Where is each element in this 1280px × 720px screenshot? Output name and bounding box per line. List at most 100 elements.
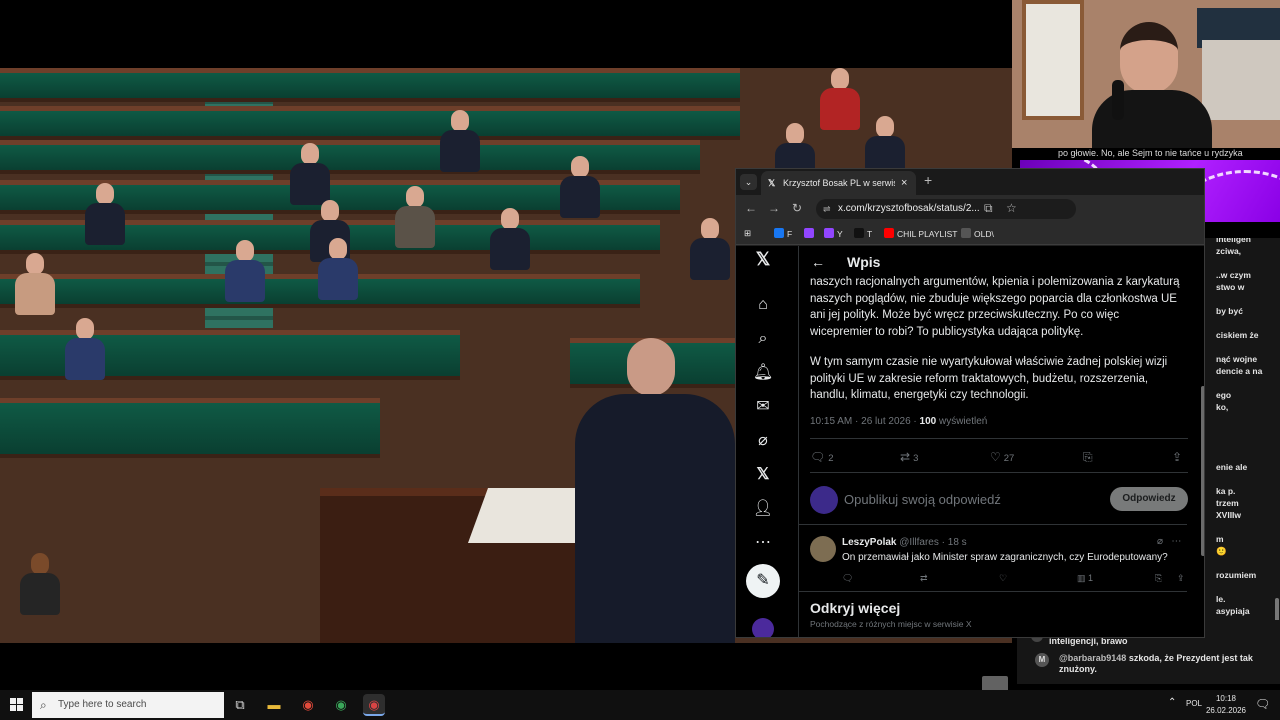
submit-reply-button[interactable]: Odpowiedz — [1110, 487, 1188, 511]
search-icon[interactable]: ⌕ — [752, 328, 774, 350]
chat-message-fragment: m — [1216, 534, 1224, 544]
reply-button[interactable]: 🗨︎ 2 — [810, 450, 834, 464]
divider — [799, 524, 1187, 525]
divider — [799, 591, 1187, 592]
profile-icon[interactable]: 👤︎ — [752, 498, 774, 520]
speaker — [575, 338, 735, 643]
tab-x-post[interactable]: 𝕏 Krzysztof Bosak ‎PL‎ w serwisie X × — [761, 171, 916, 195]
x-logo-icon: 𝕏 — [768, 178, 776, 188]
address-bar-url: x.com/krzysztofbosak/status/2... — [838, 203, 980, 214]
reload-icon[interactable]: ↻ — [792, 201, 802, 215]
bench-row — [0, 106, 740, 140]
like-button[interactable]: ♡ 27 — [990, 450, 1014, 464]
back-arrow-icon[interactable]: ← — [811, 254, 825, 270]
chat-message-fragment: 🙂 — [1216, 546, 1227, 556]
reply-views[interactable]: ▥ 1 — [1077, 573, 1093, 584]
reply-tools[interactable]: ⌀ ⋯ — [1157, 536, 1181, 547]
browser-window: ⌄ 𝕏 Krzysztof Bosak ‎PL‎ w serwisie X × … — [735, 168, 1205, 638]
notifications-icon[interactable]: 🗨︎ — [1255, 697, 1270, 711]
reply-share-icon[interactable]: ⇪ — [1177, 573, 1185, 584]
share-button[interactable]: ⇪ — [1172, 450, 1185, 464]
account-avatar[interactable] — [752, 618, 774, 637]
bookmark-item[interactable] — [804, 228, 817, 239]
page-scrollbar[interactable] — [1201, 386, 1204, 556]
bookmark-favicon-icon — [884, 228, 894, 238]
divider — [810, 438, 1188, 439]
windows-start-icon[interactable] — [10, 698, 24, 712]
address-bar[interactable]: ⇌ x.com/krzysztofbosak/status/2... — [816, 199, 1076, 219]
bookmark-folder[interactable]: OLD\ — [961, 228, 994, 239]
tab-strip: ⌄ 𝕏 Krzysztof Bosak ‎PL‎ w serwisie X × … — [736, 169, 1204, 195]
x-sidebar: 𝕏 ⌂ ⌕ 🔔︎ ✉ ⌀ 𝕏 👤︎ ⋯ ✎ — [736, 246, 796, 637]
language-indicator[interactable]: POL — [1186, 699, 1202, 708]
mp — [440, 110, 480, 172]
chat-message-fragment: stwo w — [1216, 282, 1245, 292]
browser-toolbar: ← → ↻ ⇌ x.com/krzysztofbosak/status/2...… — [736, 195, 1204, 223]
taskbar-clock[interactable]: 10:18 26.02.2026 — [1205, 693, 1247, 717]
reply-bookmark-icon[interactable]: ⎘ — [1155, 573, 1162, 584]
views-count: 100 — [919, 416, 937, 427]
forward-icon[interactable]: → — [768, 201, 780, 215]
mp — [15, 253, 55, 315]
reply-input[interactable]: Opublikuj swoją odpowiedź — [844, 492, 1001, 507]
premium-x-icon[interactable]: 𝕏 — [752, 464, 774, 486]
post-time[interactable]: 10:15 AM · 26 lut 2026 · — [810, 416, 920, 427]
reply-repost-icon[interactable]: ⇄ — [920, 573, 928, 584]
bookmark-favicon-icon — [804, 228, 814, 238]
bell-icon[interactable]: 🔔︎ — [752, 362, 774, 384]
chat-message-fragment: ego — [1216, 390, 1232, 400]
bookmark-item[interactable]: CHIL PLAYLIST — [884, 228, 957, 239]
reply-author-avatar[interactable] — [810, 536, 836, 562]
chat-message: @barbarab9148 szkoda, że Prezydent jest … — [1059, 653, 1253, 675]
bookmark-favicon-icon — [854, 228, 864, 238]
messages-icon[interactable]: ✉ — [752, 396, 774, 418]
home-icon[interactable]: ⌂ — [752, 294, 774, 316]
tab-title: Krzysztof Bosak ‎PL‎ w serwisie X — [783, 178, 895, 188]
chat-message-fragment: inteligen — [1216, 238, 1251, 244]
install-icon[interactable]: ⧉ — [984, 201, 993, 216]
post-meta: 10:15 AM · 26 lut 2026 · 100 wyświetleń — [810, 416, 988, 427]
mp — [490, 208, 530, 270]
mp — [85, 183, 125, 245]
desktop: po głowie. No, ale Sejm to nie tańce u r… — [0, 0, 1280, 720]
back-icon[interactable]: ← — [745, 201, 757, 215]
obs-app-icon[interactable]: ◉ — [363, 694, 385, 716]
microphone — [1112, 80, 1124, 120]
taskbar-search[interactable]: ⌕ Type here to search — [32, 692, 224, 718]
chrome-profile-icon[interactable]: ◉ — [330, 694, 352, 716]
apps-grid-icon[interactable]: ⊞ — [744, 228, 751, 239]
mp — [318, 238, 358, 300]
bookmark-item[interactable]: T — [854, 228, 872, 239]
repost-button[interactable]: ⇄ 3 — [900, 450, 918, 464]
grok-icon[interactable]: ⌀ — [752, 430, 774, 452]
bookmark-item[interactable]: Y — [824, 228, 843, 239]
post-detail: ← Wpis naszych racjonalnych argumentów, … — [798, 246, 1198, 637]
new-tab-icon[interactable]: + — [924, 172, 932, 188]
reply-author[interactable]: LeszyPolak @Illfares · 18 s — [842, 537, 967, 548]
bookmark-item[interactable]: F — [774, 228, 792, 239]
task-view-icon[interactable]: ⧉ — [229, 694, 251, 716]
streamer — [1092, 22, 1212, 148]
x-logo-icon[interactable]: 𝕏 — [752, 248, 774, 270]
room-window — [1022, 0, 1084, 120]
compose-post-button[interactable]: ✎ — [746, 564, 780, 598]
stream-chat[interactable]: inteligen zciwa, ..w czym stwo w by być ciski… — [1205, 238, 1280, 638]
chrome-icon[interactable]: ◉ — [297, 694, 319, 716]
chevron-up-icon[interactable]: ⌃ — [1168, 697, 1176, 708]
bookmark-button[interactable]: ⎘ — [1083, 450, 1096, 465]
bookmark-star-icon[interactable]: ☆ — [1006, 201, 1017, 215]
close-tab-icon[interactable]: × — [901, 171, 907, 195]
tab-search-button[interactable]: ⌄ — [740, 174, 757, 190]
reply-like-icon[interactable]: ♡ — [999, 573, 1007, 584]
site-info-icon[interactable]: ⇌ — [823, 199, 831, 219]
grok-icon: ⌀ — [1157, 536, 1164, 547]
chat-ticker: po głowie. No, ale Sejm to nie tańce u r… — [1058, 148, 1243, 158]
more-icon[interactable]: ⋯ — [752, 532, 774, 554]
chat-message-fragment: le. — [1216, 594, 1226, 604]
views-icon: ▥ — [1077, 573, 1086, 583]
account-avatar — [810, 486, 838, 514]
chat-message-fragment: ciskiem że — [1216, 330, 1259, 340]
reply-text: On przemawiał jako Minister spraw zagran… — [842, 552, 1168, 563]
reply-reply-icon[interactable]: 🗨︎ — [842, 573, 853, 584]
file-explorer-icon[interactable]: ▬ — [263, 694, 285, 716]
